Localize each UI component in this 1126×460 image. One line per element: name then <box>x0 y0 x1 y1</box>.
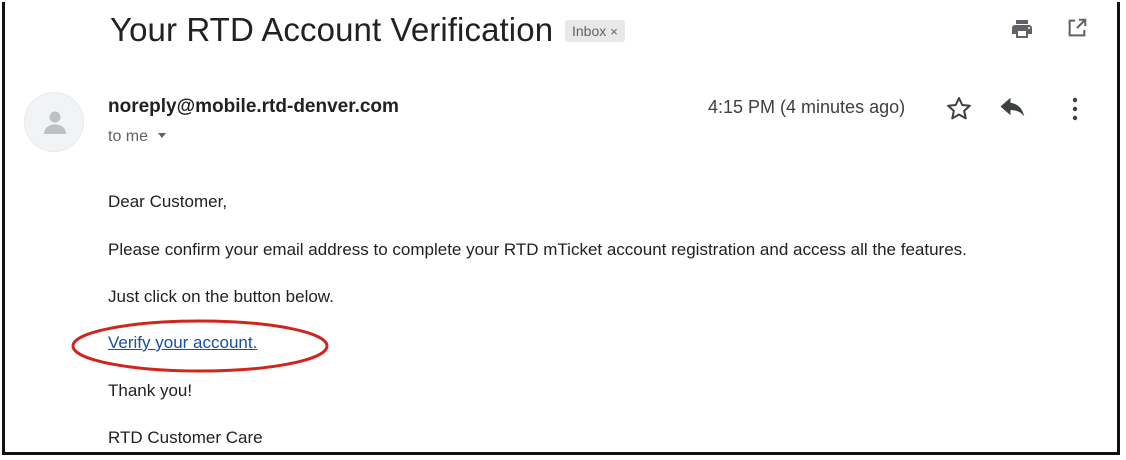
sender-avatar[interactable] <box>24 92 84 152</box>
recipient-details[interactable]: to me <box>108 128 167 146</box>
email-greeting: Dear Customer, <box>108 192 228 211</box>
more-options-icon[interactable] <box>1068 94 1082 124</box>
email-thanks: Thank you! <box>108 381 193 400</box>
email-instruction: Just click on the button below. <box>108 287 334 306</box>
label-text: Inbox <box>572 23 607 39</box>
print-icon[interactable] <box>1010 17 1034 41</box>
email-timestamp: 4:15 PM (4 minutes ago) <box>708 97 906 117</box>
email-subject: Your RTD Account Verification <box>110 11 554 48</box>
verify-account-link[interactable]: Verify your account. <box>108 333 257 353</box>
reply-icon[interactable] <box>998 96 1028 122</box>
email-paragraph: Please confirm your email address to com… <box>108 240 967 259</box>
inbox-label-chip[interactable]: Inbox × <box>565 20 625 42</box>
sender-address[interactable]: noreply@mobile.rtd-denver.com <box>108 96 399 118</box>
chevron-down-icon[interactable] <box>158 133 167 139</box>
open-in-new-window-icon[interactable] <box>1066 17 1088 39</box>
email-signature: RTD Customer Care <box>108 428 263 447</box>
person-avatar-icon <box>44 111 66 134</box>
remove-label-icon[interactable]: × <box>610 24 618 39</box>
star-icon[interactable] <box>944 94 974 124</box>
recipient-text: to me <box>108 128 149 145</box>
